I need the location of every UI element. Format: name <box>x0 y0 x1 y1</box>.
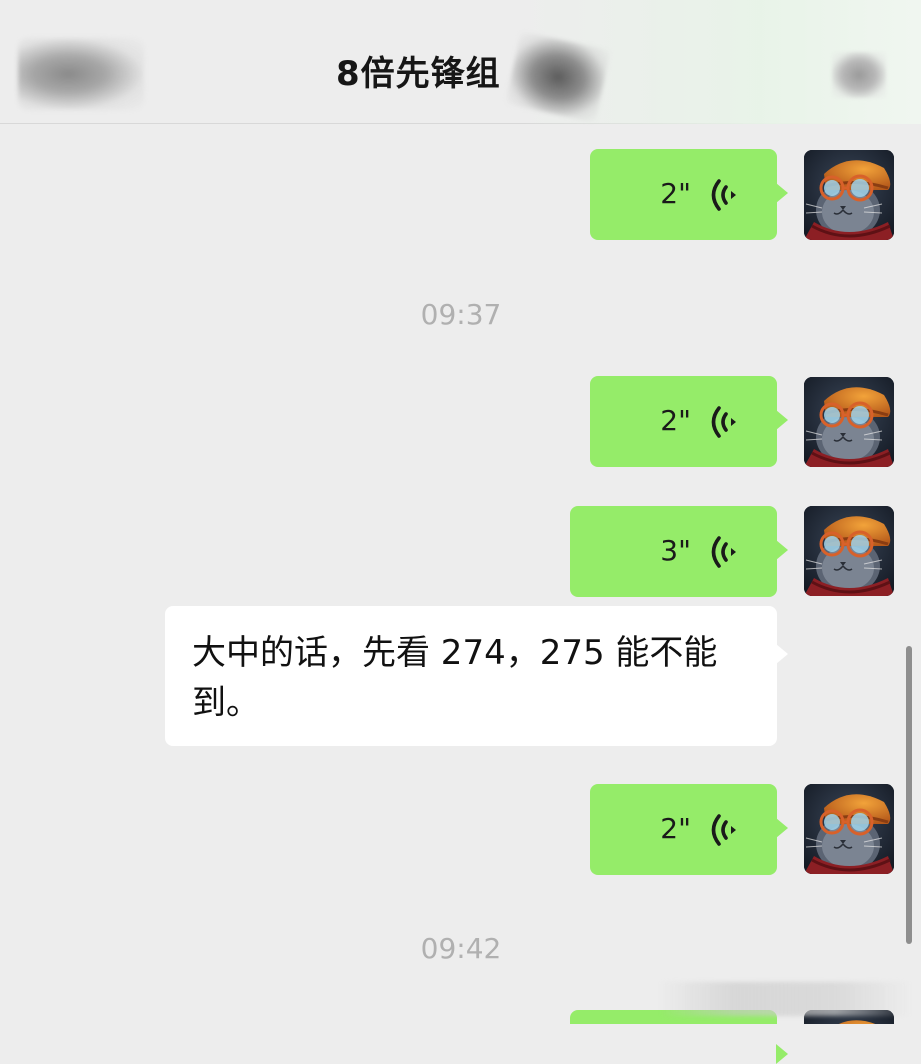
cat-avatar-image <box>804 784 894 874</box>
cat-avatar-image <box>804 377 894 467</box>
voice-duration: 3" <box>660 534 691 567</box>
voice-duration: 2" <box>660 177 691 210</box>
avatar[interactable] <box>804 150 894 240</box>
voice-wave-icon <box>711 179 736 211</box>
timestamp: 09:42 <box>420 932 502 965</box>
scrollbar[interactable] <box>906 646 912 944</box>
voice-duration: 2" <box>660 812 691 845</box>
voice-message-bubble[interactable]: 2" <box>590 784 788 875</box>
chat-title: 8倍先锋组 <box>336 54 501 94</box>
message-text: 大中的话，先看 274，275 能不能到。 <box>192 633 718 723</box>
voice-wave-icon <box>711 406 736 438</box>
avatar[interactable] <box>804 377 894 467</box>
chat-header: 8倍先锋组 <box>0 0 921 124</box>
watermark-blur <box>660 982 910 1016</box>
cat-avatar-image <box>804 150 894 240</box>
voice-message-bubble[interactable]: 2" <box>590 376 788 467</box>
back-arrow-icon[interactable] <box>18 38 144 110</box>
text-message-bubble[interactable]: 大中的话，先看 274，275 能不能到。 <box>165 606 788 746</box>
avatar[interactable] <box>804 784 894 874</box>
voice-wave-icon <box>711 536 736 568</box>
voice-message-bubble[interactable]: 2" <box>590 149 788 240</box>
timestamp: 09:37 <box>420 298 502 331</box>
voice-wave-icon <box>711 814 736 846</box>
voice-message-bubble[interactable]: 3" <box>570 506 788 597</box>
cat-avatar-image <box>804 506 894 596</box>
voice-duration: 2" <box>660 404 691 437</box>
more-dots-icon[interactable] <box>832 52 886 98</box>
avatar[interactable] <box>804 506 894 596</box>
